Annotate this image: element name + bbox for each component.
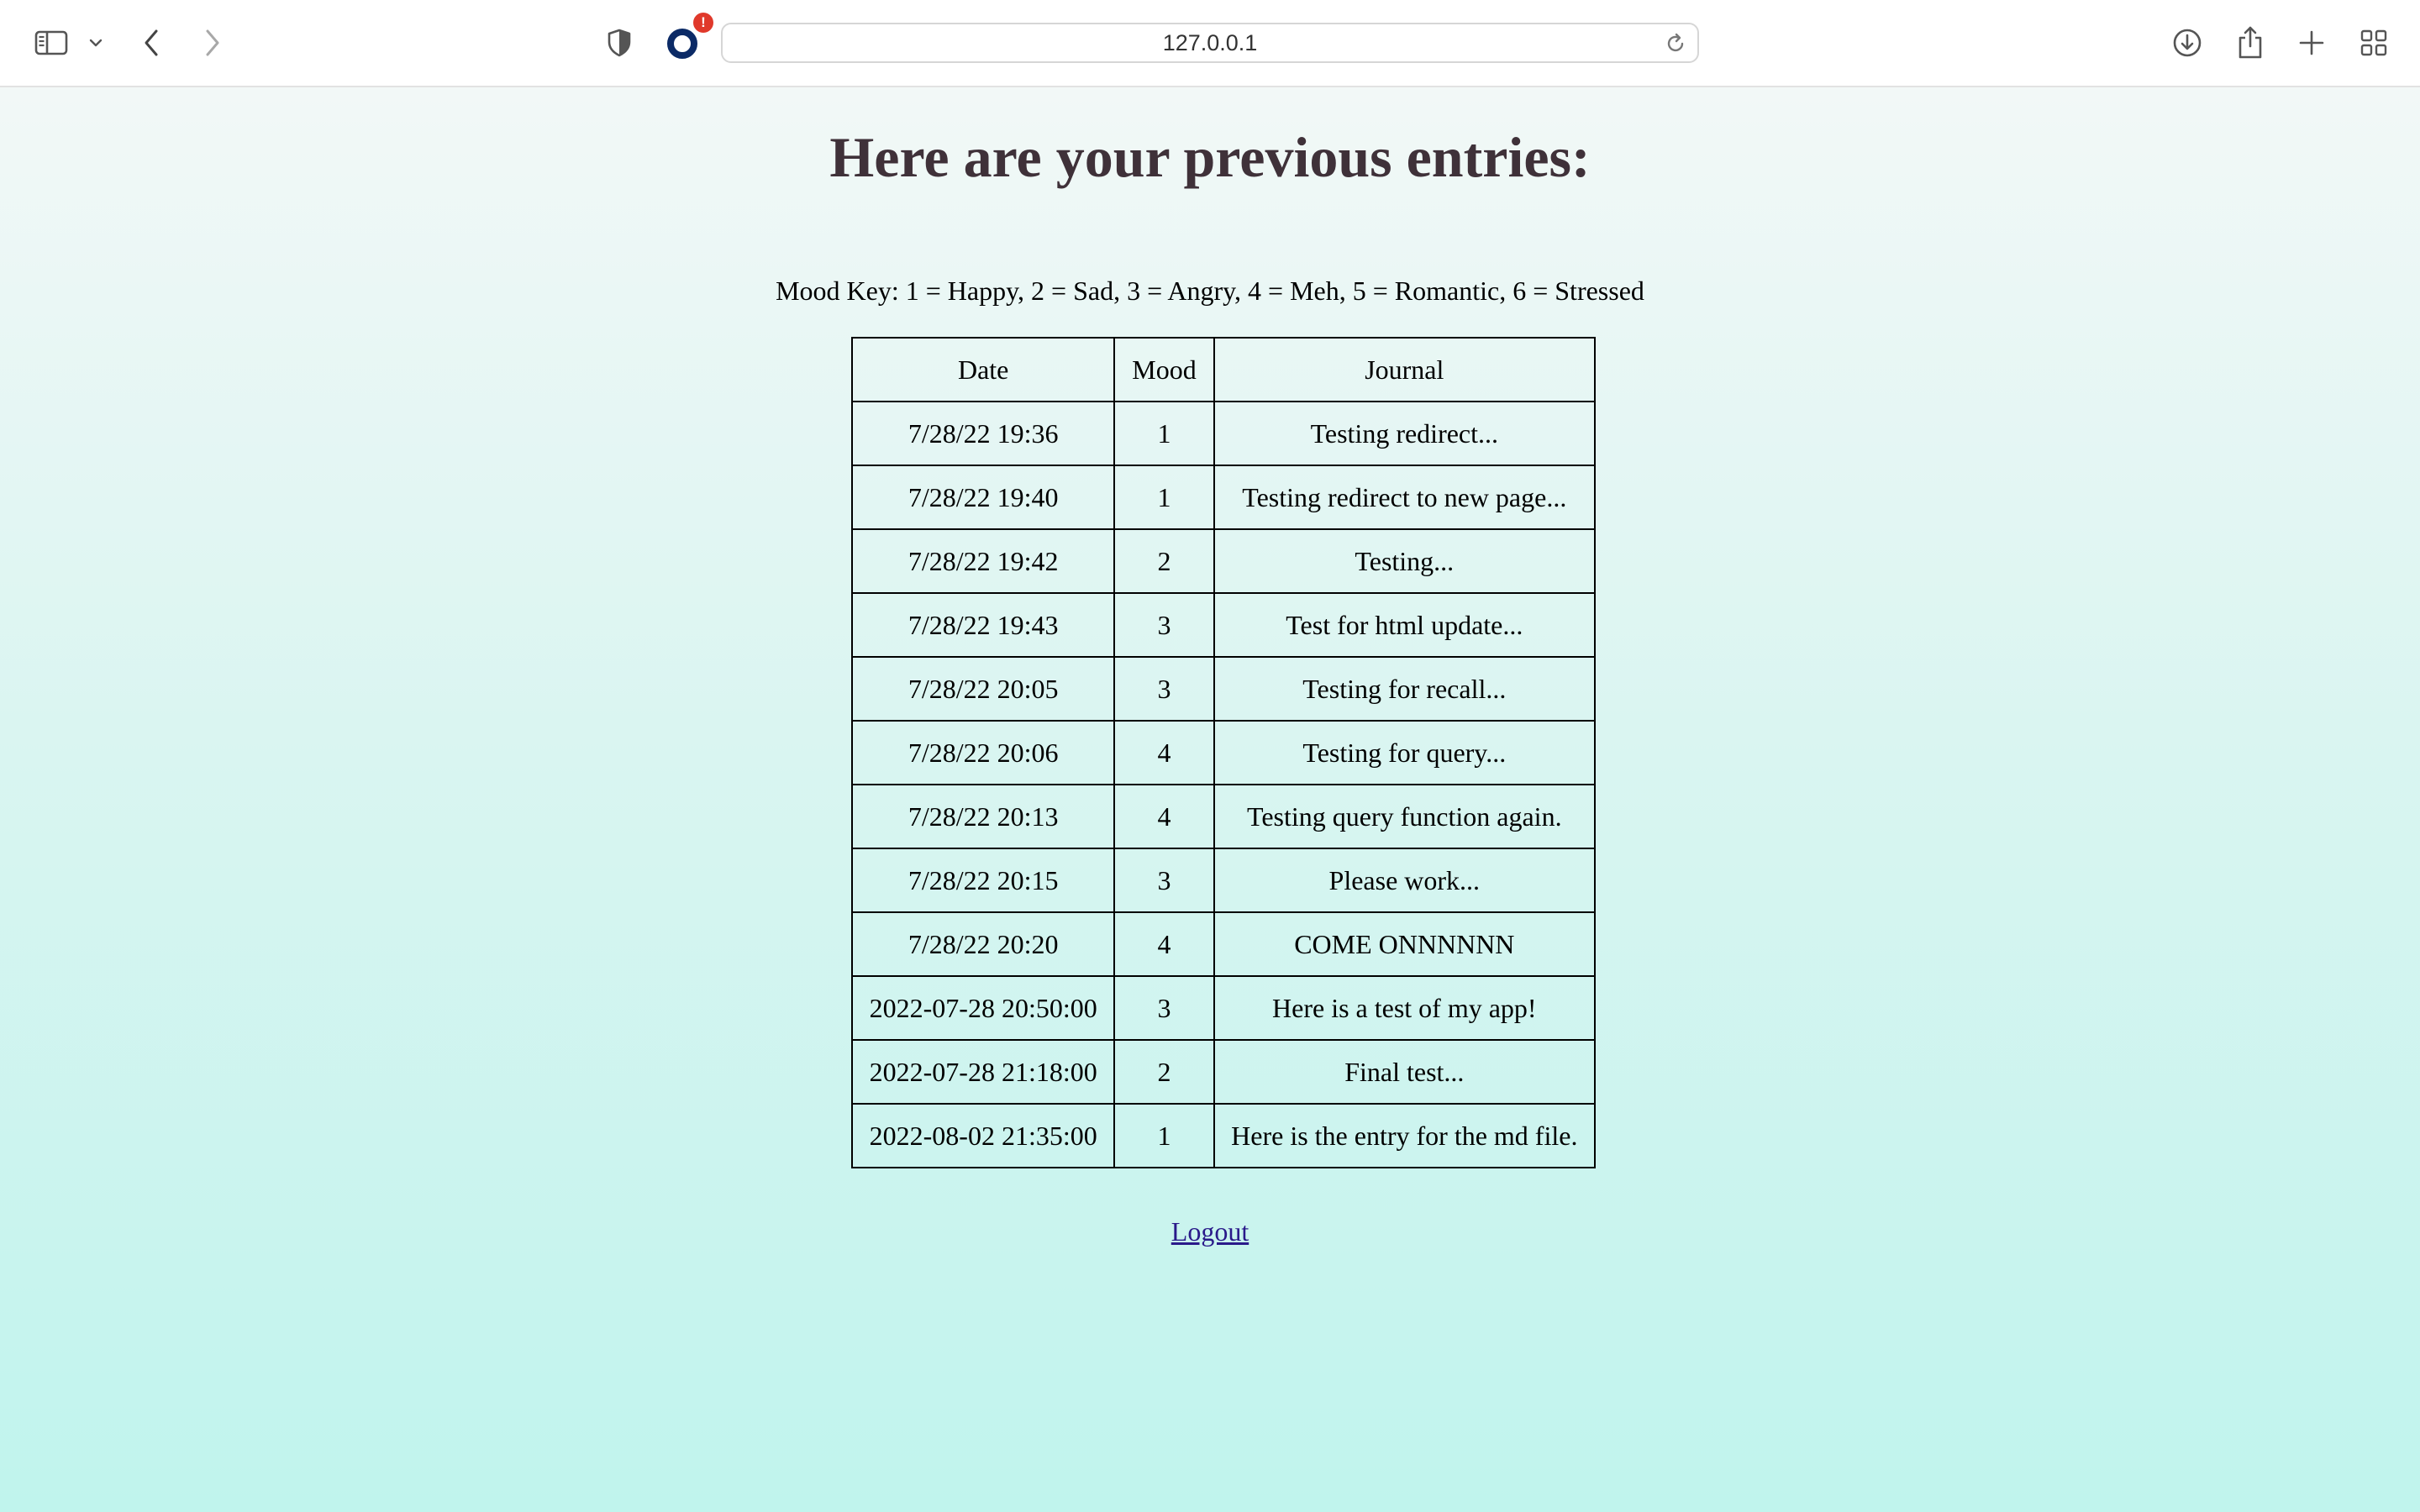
cell-date: 7/28/22 20:15	[850, 848, 1116, 913]
cell-journal: Testing for query...	[1213, 720, 1597, 785]
cell-journal: COME ONNNNNN	[1213, 911, 1597, 977]
table-row: 7/28/22 20:20 4 COME ONNNNNN	[850, 911, 1597, 977]
logout-link[interactable]: Logout	[1171, 1216, 1249, 1247]
mood-key: Mood Key: 1 = Happy, 2 = Sad, 3 = Angry,…	[776, 276, 1644, 306]
cell-journal: Here is the entry for the md file.	[1213, 1103, 1597, 1168]
cell-date: 7/28/22 19:42	[850, 528, 1116, 594]
table-row: 7/28/22 19:42 2 Testing...	[850, 528, 1597, 594]
download-icon[interactable]	[2170, 25, 2205, 60]
reload-icon[interactable]	[1664, 32, 1687, 60]
cell-mood: 2	[1113, 528, 1215, 594]
column-header-date: Date	[850, 337, 1116, 402]
cell-date: 7/28/22 20:20	[850, 911, 1116, 977]
cell-mood: 4	[1113, 720, 1215, 785]
forward-arrow-icon[interactable]	[198, 25, 227, 60]
column-header-journal: Journal	[1213, 337, 1597, 402]
cell-date: 7/28/22 20:06	[850, 720, 1116, 785]
cell-mood: 1	[1113, 465, 1215, 530]
cell-journal: Test for html update...	[1213, 592, 1597, 658]
cell-mood: 3	[1113, 656, 1215, 722]
table-row: 7/28/22 20:05 3 Testing for recall...	[850, 656, 1597, 722]
cell-mood: 1	[1113, 1103, 1215, 1168]
cell-journal: Testing redirect...	[1213, 401, 1597, 466]
table-row: 7/28/22 20:15 3 Please work...	[850, 848, 1597, 913]
cell-journal: Testing...	[1213, 528, 1597, 594]
cell-date: 7/28/22 20:05	[850, 656, 1116, 722]
table-row: 2022-08-02 21:35:00 1 Here is the entry …	[850, 1103, 1597, 1168]
table-row: 7/28/22 19:43 3 Test for html update...	[850, 592, 1597, 658]
cell-journal: Final test...	[1213, 1039, 1597, 1105]
cell-journal: Testing redirect to new page...	[1213, 465, 1597, 530]
plus-icon[interactable]	[2296, 27, 2328, 59]
cell-mood: 3	[1113, 975, 1215, 1041]
cell-mood: 3	[1113, 848, 1215, 913]
cell-date: 7/28/22 20:13	[850, 784, 1116, 849]
cell-journal: Testing for recall...	[1213, 656, 1597, 722]
cell-mood: 3	[1113, 592, 1215, 658]
cell-mood: 4	[1113, 784, 1215, 849]
sidebar-icon[interactable]	[32, 27, 71, 59]
cell-date: 7/28/22 19:43	[850, 592, 1116, 658]
table-header-row: Date Mood Journal	[850, 337, 1597, 402]
address-bar[interactable]: 127.0.0.1	[721, 23, 1699, 63]
table-row: 2022-07-28 21:18:00 2 Final test...	[850, 1039, 1597, 1105]
table-row: 7/28/22 20:06 4 Testing for query...	[850, 720, 1597, 785]
chevron-down-icon[interactable]	[86, 34, 106, 52]
cell-date: 2022-07-28 21:18:00	[850, 1039, 1116, 1105]
page-content: Here are your previous entries: Mood Key…	[0, 87, 2420, 1512]
cell-mood: 4	[1113, 911, 1215, 977]
ring-extension-icon[interactable]	[664, 25, 701, 62]
cell-date: 7/28/22 19:36	[850, 401, 1116, 466]
cell-mood: 1	[1113, 401, 1215, 466]
cell-journal: Please work...	[1213, 848, 1597, 913]
url-text[interactable]: 127.0.0.1	[723, 24, 1697, 61]
page-title: Here are your previous entries:	[829, 125, 1591, 189]
table-row: 7/28/22 19:36 1 Testing redirect...	[850, 401, 1597, 466]
logout-container: Logout	[0, 1215, 2420, 1248]
cell-date: 2022-07-28 20:50:00	[850, 975, 1116, 1041]
share-icon[interactable]	[2233, 24, 2267, 62]
table-row: 2022-07-28 20:50:00 3 Here is a test of …	[850, 975, 1597, 1041]
table-row: 7/28/22 20:13 4 Testing query function a…	[850, 784, 1597, 849]
shield-icon[interactable]	[603, 27, 635, 59]
cell-date: 2022-08-02 21:35:00	[850, 1103, 1116, 1168]
cell-journal: Here is a test of my app!	[1213, 975, 1597, 1041]
notification-badge: !	[693, 13, 713, 33]
cell-date: 7/28/22 19:40	[850, 465, 1116, 530]
table-row: 7/28/22 19:40 1 Testing redirect to new …	[850, 465, 1597, 530]
browser-toolbar: ! 127.0.0.1	[0, 0, 2420, 87]
cell-journal: Testing query function again.	[1213, 784, 1597, 849]
back-arrow-icon[interactable]	[137, 25, 166, 60]
entries-table: Date Mood Journal 7/28/22 19:36 1 Testin…	[850, 337, 1597, 1168]
grid-icon[interactable]	[2358, 27, 2390, 59]
cell-mood: 2	[1113, 1039, 1215, 1105]
column-header-mood: Mood	[1113, 337, 1215, 402]
